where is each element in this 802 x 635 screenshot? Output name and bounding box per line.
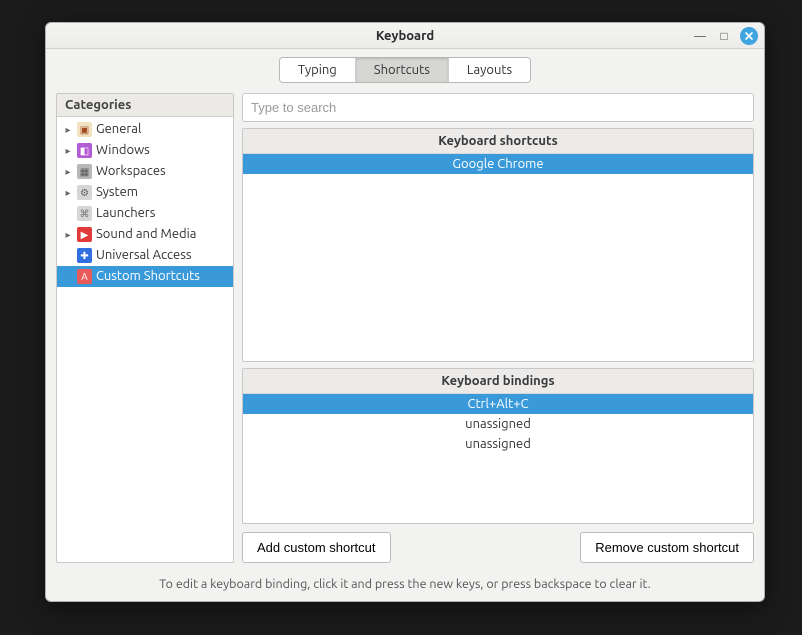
category-label: Sound and Media: [96, 226, 196, 243]
categories-tree[interactable]: ▸ ▣ General ▸ ◧ Windows ▸ ▦ Workspaces ▸ ⚙ System ▸ ⌘…: [57, 117, 233, 562]
category-icon: ⌘: [77, 206, 92, 221]
binding-row[interactable]: unassigned: [243, 414, 753, 434]
expand-icon[interactable]: ▸: [63, 121, 73, 138]
tab-layouts[interactable]: Layouts: [449, 58, 530, 82]
categories-sidebar: Categories ▸ ▣ General ▸ ◧ Windows ▸ ▦ Workspace…: [56, 93, 234, 563]
expand-icon[interactable]: ▸: [63, 142, 73, 159]
keyboard-shortcuts-list[interactable]: Google Chrome: [243, 154, 753, 361]
category-icon: ✚: [77, 248, 92, 263]
category-windows[interactable]: ▸ ◧ Windows: [57, 140, 233, 161]
categories-header: Categories: [57, 94, 233, 117]
category-universal-access[interactable]: ▸✚Universal Access: [57, 245, 233, 266]
search-input[interactable]: [243, 94, 753, 121]
keyboard-shortcuts-panel: Keyboard shortcuts Google Chrome: [242, 128, 754, 362]
expand-icon[interactable]: ▸: [63, 163, 73, 180]
category-icon: ▦: [77, 164, 92, 179]
category-icon: ▶: [77, 227, 92, 242]
keyboard-settings-window: Keyboard — □ TypingShortcutsLayouts Cate…: [45, 22, 765, 602]
category-icon: ◧: [77, 143, 92, 158]
category-general[interactable]: ▸ ▣ General: [57, 119, 233, 140]
keyboard-bindings-list[interactable]: Ctrl+Alt+Cunassignedunassigned: [243, 394, 753, 523]
minimize-button[interactable]: —: [692, 28, 708, 44]
button-row: Add custom shortcut Remove custom shortc…: [242, 530, 754, 563]
category-icon: ▣: [77, 122, 92, 137]
titlebar: Keyboard — □: [46, 23, 764, 49]
category-label: Universal Access: [96, 247, 191, 264]
expand-icon[interactable]: ▸: [63, 184, 73, 201]
category-label: General: [96, 121, 141, 138]
search-box: [242, 93, 754, 122]
keyboard-bindings-panel: Keyboard bindings Ctrl+Alt+Cunassignedun…: [242, 368, 754, 524]
maximize-button[interactable]: □: [716, 28, 732, 44]
category-launchers[interactable]: ▸⌘Launchers: [57, 203, 233, 224]
window-controls: — □: [692, 27, 758, 45]
category-icon: ⚙: [77, 185, 92, 200]
close-button[interactable]: [740, 27, 758, 45]
category-sound-and-media[interactable]: ▸ ▶ Sound and Media: [57, 224, 233, 245]
category-system[interactable]: ▸ ⚙ System: [57, 182, 233, 203]
category-icon: A: [77, 269, 92, 284]
category-custom-shortcuts[interactable]: ▸ACustom Shortcuts: [57, 266, 233, 287]
category-label: Launchers: [96, 205, 155, 222]
window-title: Keyboard: [376, 29, 434, 43]
category-workspaces[interactable]: ▸ ▦ Workspaces: [57, 161, 233, 182]
shortcut-row[interactable]: Google Chrome: [243, 154, 753, 174]
keyboard-shortcuts-header: Keyboard shortcuts: [243, 129, 753, 154]
category-label: System: [96, 184, 138, 201]
remove-custom-shortcut-button[interactable]: Remove custom shortcut: [580, 532, 754, 563]
keyboard-bindings-header: Keyboard bindings: [243, 369, 753, 394]
category-label: Workspaces: [96, 163, 166, 180]
expand-icon[interactable]: ▸: [63, 226, 73, 243]
category-label: Custom Shortcuts: [96, 268, 200, 285]
category-label: Windows: [96, 142, 150, 159]
footer-hint: To edit a keyboard binding, click it and…: [46, 571, 764, 601]
binding-row[interactable]: Ctrl+Alt+C: [243, 394, 753, 414]
tab-segmented-control: TypingShortcutsLayouts: [279, 57, 531, 83]
binding-row[interactable]: unassigned: [243, 434, 753, 454]
tab-bar: TypingShortcutsLayouts: [46, 49, 764, 93]
tab-shortcuts[interactable]: Shortcuts: [356, 58, 449, 82]
main-content: Keyboard shortcuts Google Chrome Keyboar…: [242, 93, 754, 563]
add-custom-shortcut-button[interactable]: Add custom shortcut: [242, 532, 391, 563]
tab-typing[interactable]: Typing: [280, 58, 356, 82]
